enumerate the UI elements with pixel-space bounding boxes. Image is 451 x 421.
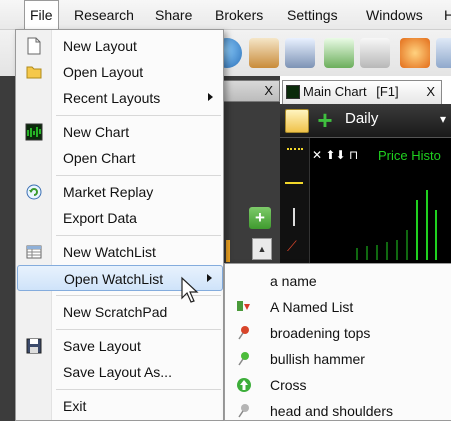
file-menu: New Layout Open Layout Recent Layouts Ne…: [15, 29, 224, 421]
broker-icon[interactable]: [249, 38, 279, 68]
indicator-controls[interactable]: ✕ ⬆⬇ ⊓: [312, 148, 358, 162]
spreadsheet-icon[interactable]: [324, 38, 354, 68]
misc-toolbar-icon[interactable]: [436, 38, 451, 68]
watchlist-item[interactable]: A Named List: [226, 294, 451, 320]
mouse-pointer-icon: [181, 276, 199, 303]
folder-icon: [26, 66, 42, 79]
price-histogram-bars: [356, 190, 437, 260]
down-arrow-icon: [237, 301, 250, 311]
grey-pin-icon: [238, 404, 249, 418]
menu-separator: [56, 389, 221, 390]
green-up-circle-icon: [237, 378, 251, 392]
menu-separator: [56, 329, 221, 330]
menu-item-new-chart[interactable]: New Chart: [17, 119, 223, 145]
watchlist-item[interactable]: head and shoulders: [226, 398, 451, 421]
menu-item-open-chart[interactable]: Open Chart: [17, 145, 223, 171]
menu-item-open-layout[interactable]: Open Layout: [17, 59, 223, 85]
watchlist-submenu: a name A Named List broadening tops bull…: [224, 263, 451, 421]
scroll-up-button[interactable]: ▲: [252, 238, 272, 260]
submenu-arrow-icon: [207, 274, 212, 282]
red-pin-icon: [238, 326, 249, 340]
menu-item-export-data[interactable]: Export Data: [17, 205, 223, 231]
tab-close[interactable]: X: [426, 81, 435, 103]
period-selector[interactable]: Daily: [345, 110, 378, 127]
menu-item-new-watchlist[interactable]: New WatchList: [17, 239, 223, 265]
list-grid-icon: [26, 245, 42, 259]
line-tool-icon[interactable]: [287, 148, 303, 158]
chart-icon: [25, 123, 43, 141]
replay-icon: [26, 184, 42, 200]
menu-brokers[interactable]: Brokers: [215, 0, 263, 30]
add-indicator-button[interactable]: +: [314, 107, 336, 133]
watchlist-item[interactable]: Cross: [226, 372, 451, 398]
menu-separator: [56, 175, 221, 176]
menu-item-market-replay[interactable]: Market Replay: [17, 179, 223, 205]
watchlist-item[interactable]: a name: [226, 268, 451, 294]
chart-icon: [286, 85, 300, 99]
menu-bar: File Research Share Brokers Settings Win…: [0, 0, 451, 31]
hline-tool-icon[interactable]: [285, 182, 303, 184]
green-pin-icon: [238, 352, 249, 366]
tab-main-chart-label: Main Chart: [303, 84, 367, 99]
indicator-label: Price Histo: [378, 148, 441, 163]
watchlist-item[interactable]: bullish hammer: [226, 346, 451, 372]
tab-main-chart[interactable]: Main Chart [F1] X: [282, 80, 442, 104]
tab-shortcut: [F1]: [376, 84, 399, 99]
left-panel-header: X: [222, 80, 280, 102]
left-panel-close[interactable]: X: [264, 83, 273, 98]
menu-separator: [56, 235, 221, 236]
browser-icon[interactable]: [400, 38, 430, 68]
menu-item-save-layout-as[interactable]: Save Layout As...: [17, 359, 223, 385]
menu-research[interactable]: Research: [74, 0, 134, 30]
pointer-tool-button[interactable]: [285, 109, 309, 133]
menu-item-new-layout[interactable]: New Layout: [17, 33, 223, 59]
menu-item-save-layout[interactable]: Save Layout: [17, 333, 223, 359]
add-button[interactable]: +: [249, 207, 271, 229]
newspaper-icon[interactable]: [360, 38, 390, 68]
menu-share[interactable]: Share: [155, 0, 192, 30]
watchlist-item[interactable]: broadening tops: [226, 320, 451, 346]
menu-item-exit[interactable]: Exit: [17, 393, 223, 419]
fibonacci-tool-icon[interactable]: ⟋: [287, 238, 297, 255]
save-icon: [26, 338, 42, 354]
menu-help[interactable]: H: [444, 0, 451, 30]
vline-tool-icon[interactable]: [293, 208, 295, 226]
active-indicator: [226, 240, 230, 262]
submenu-arrow-icon: [208, 93, 213, 101]
menu-settings[interactable]: Settings: [287, 0, 338, 30]
new-document-icon: [27, 37, 41, 55]
menu-separator: [56, 115, 221, 116]
menu-windows[interactable]: Windows: [366, 0, 423, 30]
menu-file[interactable]: File: [24, 0, 59, 31]
bank-icon[interactable]: [285, 38, 315, 68]
chevron-down-icon[interactable]: ▾: [440, 112, 446, 126]
menu-item-recent-layouts[interactable]: Recent Layouts: [17, 85, 223, 111]
